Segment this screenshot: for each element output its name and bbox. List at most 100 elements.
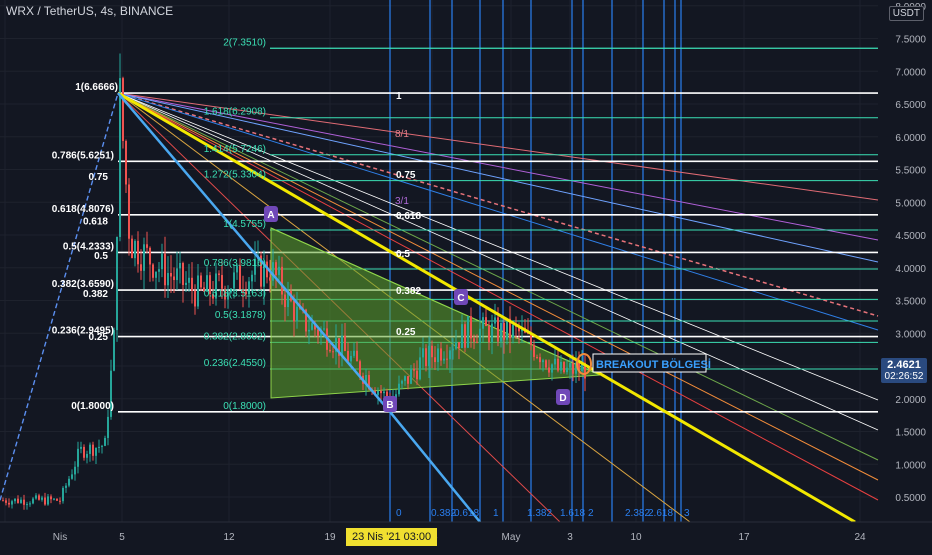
- candle: [128, 184, 130, 239]
- candle: [431, 345, 433, 358]
- price-tick-label: 3.0000: [895, 329, 926, 340]
- candle: [572, 363, 574, 374]
- price-tick-label: 1.5000: [895, 428, 926, 439]
- candle: [44, 497, 46, 505]
- candle: [488, 325, 490, 343]
- price-tick-label: 5.0000: [895, 198, 926, 209]
- candle: [170, 273, 172, 277]
- candle: [233, 272, 235, 289]
- candle: [452, 348, 454, 351]
- candle: [347, 350, 349, 362]
- candle: [89, 444, 91, 454]
- price-axis-bg: [880, 0, 932, 522]
- candle: [533, 344, 535, 358]
- candle: [68, 478, 70, 486]
- fib-ext-label: 0.618(3.5163): [204, 288, 266, 299]
- candle: [539, 357, 541, 363]
- candle: [26, 504, 28, 506]
- time-fib-label: 1: [493, 508, 499, 519]
- price-tick-label: 2.0000: [895, 395, 926, 406]
- candle: [74, 466, 76, 475]
- candle: [116, 236, 118, 331]
- candle: [56, 498, 58, 501]
- candle: [482, 317, 484, 329]
- candle: [95, 447, 97, 456]
- fib-ext-label: 0.382(2.8602): [204, 331, 266, 342]
- time-tick-label: May: [502, 532, 521, 543]
- candle: [149, 247, 151, 265]
- candle: [86, 453, 88, 458]
- price-tick-label: 7.5000: [895, 35, 926, 46]
- gann-fan-label: 0.5: [396, 249, 410, 260]
- candle: [350, 355, 352, 362]
- price-tick-label: 0.5000: [895, 493, 926, 504]
- price-tick-label: 5.5000: [895, 166, 926, 177]
- price-tick-label: 4.0000: [895, 264, 926, 275]
- fib-level-label: 0(1.8000): [71, 401, 114, 412]
- candle: [137, 240, 139, 265]
- fib-ext-label: 2(7.3510): [223, 37, 266, 48]
- candle: [176, 268, 178, 281]
- candle: [341, 335, 343, 356]
- gann-fan-label: 0.75: [396, 170, 416, 181]
- candle: [479, 328, 481, 343]
- candle: [425, 348, 427, 367]
- candle: [551, 364, 553, 373]
- candle: [50, 496, 52, 500]
- fib-inner-label: 0.618: [83, 217, 108, 228]
- candle: [197, 275, 199, 307]
- symbol-title[interactable]: WRX / TetherUS, 4s, BINANCE: [6, 4, 173, 18]
- fib-level-label: 0.786(5.6251): [52, 150, 114, 161]
- candle: [485, 317, 487, 326]
- currency-badge[interactable]: USDT: [888, 6, 924, 21]
- candle: [32, 498, 34, 504]
- fib-ext-label: 0.5(3.1878): [215, 310, 266, 321]
- time-tick-label: 3: [567, 532, 573, 543]
- fib-ext-label: 1(4.5755): [223, 219, 266, 230]
- candle: [251, 274, 253, 282]
- candle: [8, 502, 10, 505]
- time-tick-label: Nis: [53, 532, 67, 543]
- candle: [53, 498, 55, 500]
- fib-ext-label: 1.618(6.2908): [204, 107, 266, 118]
- candle: [437, 348, 439, 363]
- candle: [101, 445, 103, 447]
- candle: [377, 390, 379, 395]
- chart-canvas[interactable]: 1(6.6666)0.786(5.6251)0.618(4.8076)0.5(4…: [0, 0, 932, 550]
- candle: [473, 338, 475, 342]
- candle: [77, 448, 79, 467]
- candle: [5, 500, 7, 503]
- candle: [47, 496, 49, 505]
- candle: [308, 329, 310, 332]
- candle: [293, 300, 295, 322]
- candle: [155, 271, 157, 278]
- candle: [35, 495, 37, 499]
- candle: [167, 273, 169, 286]
- fib-ext-label: 0(1.8000): [223, 401, 266, 412]
- candle: [413, 368, 415, 371]
- candle: [344, 335, 346, 351]
- price-tick-label: 6.0000: [895, 133, 926, 144]
- gann-fan-label: 1: [396, 91, 402, 102]
- candle: [59, 500, 61, 502]
- candle: [443, 358, 445, 361]
- candle: [398, 383, 400, 395]
- fib-ext-label: 1.414(5.7246): [204, 144, 266, 155]
- candle: [434, 357, 436, 363]
- candle: [275, 262, 277, 276]
- time-fib-label: 2.382: [625, 508, 650, 519]
- time-tick-label: 10: [630, 532, 642, 543]
- time-fib-label: 2.618: [648, 508, 673, 519]
- candle: [188, 277, 190, 283]
- price-tick-label: 4.5000: [895, 231, 926, 242]
- price-tick-label: 6.5000: [895, 100, 926, 111]
- candle: [401, 380, 403, 384]
- time-axis-bg: [0, 522, 932, 550]
- candle: [38, 495, 40, 500]
- chart-area[interactable]: 1(6.6666) 0.786(5.6251) 0.618(4.8076) 0.5(4…: [0, 0, 932, 550]
- last-price: 2.4621: [887, 359, 921, 371]
- pattern-point-label: A: [267, 210, 274, 221]
- candle: [122, 78, 124, 141]
- candle: [71, 474, 73, 479]
- candle: [191, 277, 193, 291]
